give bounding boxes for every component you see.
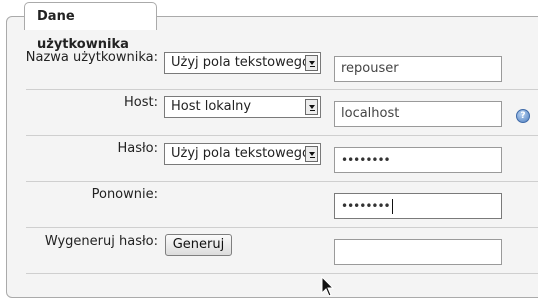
row-divider (26, 89, 538, 90)
host-label: Host: (124, 95, 158, 110)
generated-password-input[interactable] (334, 239, 502, 265)
username-input[interactable]: repouser (334, 56, 502, 82)
mouse-pointer-icon (321, 276, 335, 297)
help-icon[interactable]: ? (516, 109, 530, 123)
host-select-value: Host lokalny (171, 99, 252, 114)
generate-password-label: Wygeneruj hasło: (44, 234, 158, 249)
password-input[interactable]: •••••••• (334, 147, 502, 173)
password-mode-select[interactable]: Użyj pola tekstowego: (164, 143, 321, 165)
username-mode-value: Użyj pola tekstowego: (171, 55, 315, 70)
repeat-password-label: Ponownie: (91, 187, 158, 202)
password-label: Hasło: (117, 141, 158, 156)
generate-button[interactable]: Generuj (165, 234, 232, 256)
row-divider (26, 181, 538, 182)
repeat-password-input[interactable]: •••••••• (334, 193, 502, 219)
text-caret (391, 199, 393, 214)
row-divider (26, 273, 538, 274)
row-divider (26, 135, 538, 136)
repeat-password-value: •••••••• (341, 199, 391, 213)
chevron-down-icon[interactable] (305, 99, 318, 115)
password-mode-value: Użyj pola tekstowego: (171, 146, 315, 161)
row-divider (26, 227, 538, 228)
chevron-down-icon[interactable] (305, 55, 318, 71)
host-select[interactable]: Host lokalny (164, 96, 321, 118)
chevron-down-icon[interactable] (305, 146, 318, 162)
username-mode-select[interactable]: Użyj pola tekstowego: (164, 52, 321, 74)
fieldset-legend: Dane użytkownika (24, 2, 157, 52)
host-input[interactable]: localhost (334, 101, 502, 127)
